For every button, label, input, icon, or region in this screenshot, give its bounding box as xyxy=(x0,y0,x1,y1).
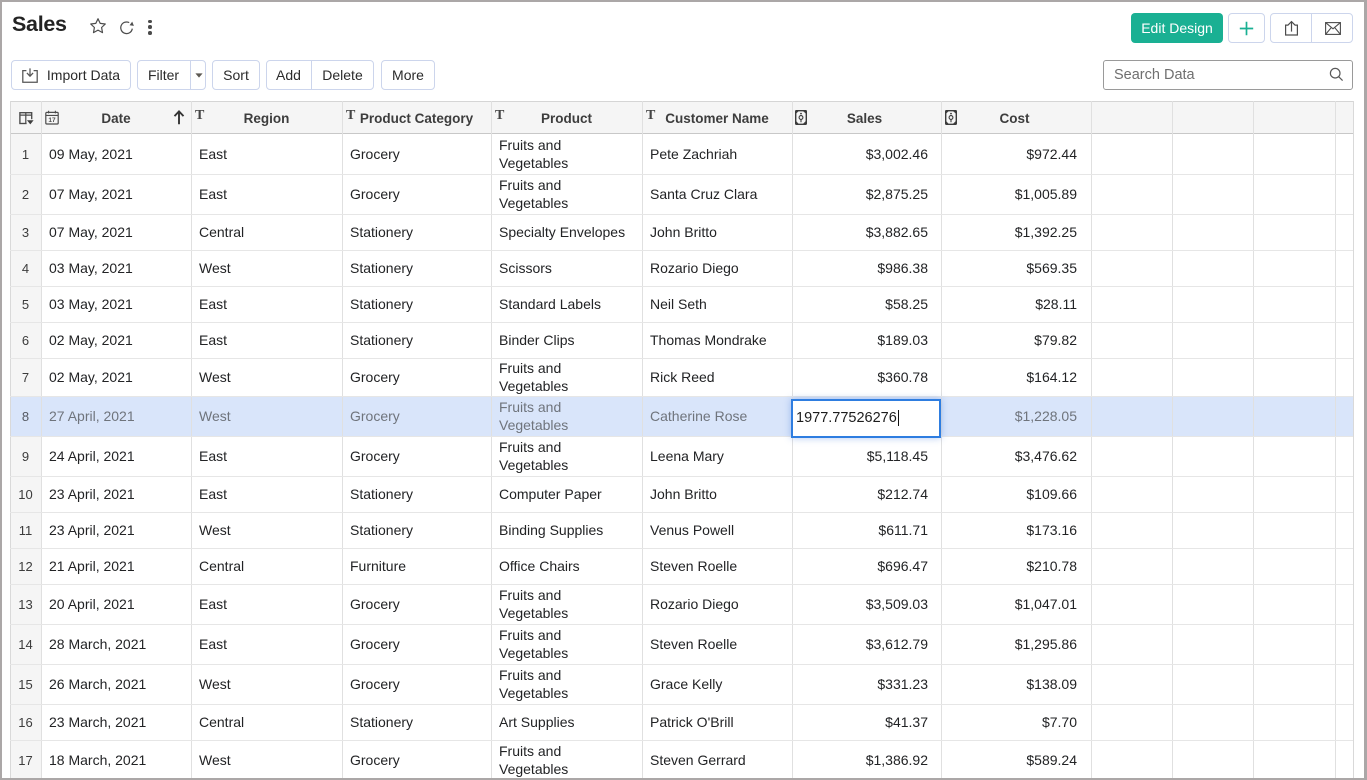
svg-text:17: 17 xyxy=(48,117,56,124)
